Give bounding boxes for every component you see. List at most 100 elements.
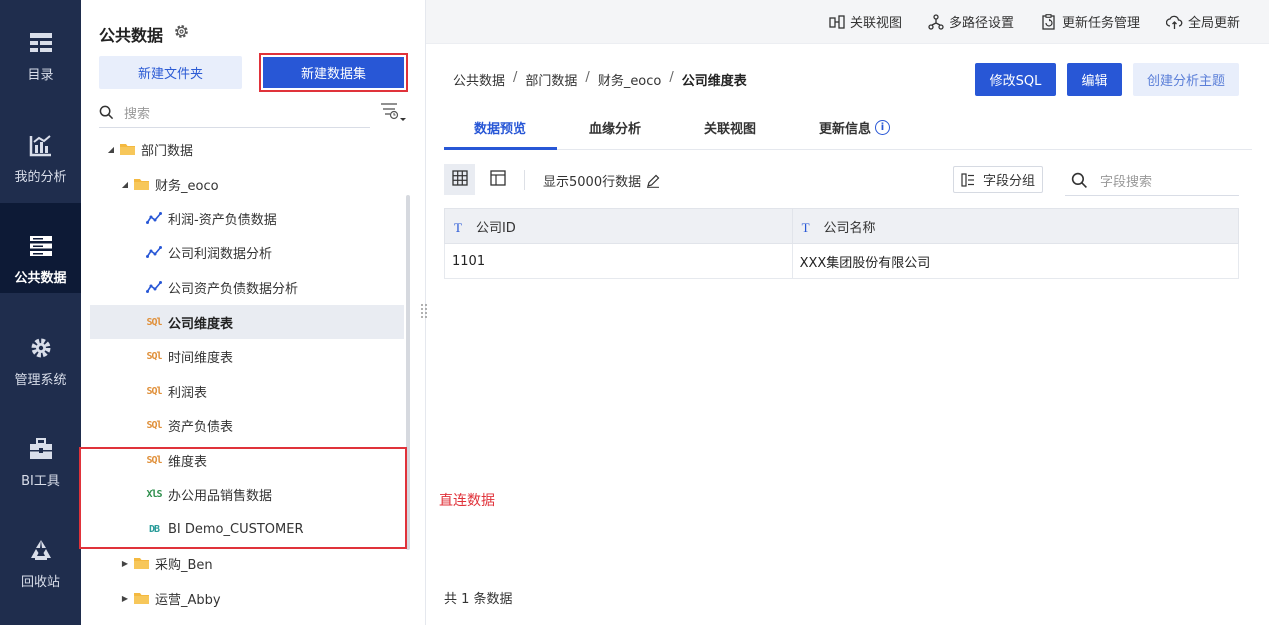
action-label: 关联视图 <box>850 16 903 31</box>
tree-item-label: 公司资产负债数据分析 <box>168 281 299 297</box>
tree-item-label: 采购_Ben <box>155 557 213 573</box>
relation-view-icon <box>829 14 845 30</box>
sql-icon: SQl <box>146 350 162 362</box>
breadcrumb-current: 公司维度表 <box>681 74 747 89</box>
multipath-icon <box>928 13 944 30</box>
analysis-line-icon <box>144 245 164 259</box>
active-tab-underline <box>444 147 557 150</box>
text-type-icon: T <box>801 219 810 235</box>
field-search-placeholder: 字段搜索 <box>1100 175 1153 190</box>
tree-item-sql[interactable]: SQl 资产负债表 <box>90 408 404 442</box>
task-manage-action[interactable]: 更新任务管理 <box>1041 12 1140 31</box>
tab-data-preview[interactable]: 数据预览 <box>474 118 526 137</box>
tree-item-analysis[interactable]: 公司资产负债数据分析 <box>90 270 404 304</box>
tree-search-input[interactable]: 搜索 <box>99 98 370 128</box>
pencil-edit-icon[interactable] <box>646 174 660 188</box>
table-header-row: T 公司ID T 公司名称 <box>444 208 1240 244</box>
tab-bar: 数据预览 血缘分析 关联视图 更新信息 i <box>444 110 1252 150</box>
global-update-action[interactable]: 全局更新 <box>1166 12 1240 31</box>
tab-relation-view[interactable]: 关联视图 <box>704 118 756 137</box>
info-icon: i <box>875 120 891 135</box>
column-label: 公司名称 <box>823 220 876 236</box>
tree-item-label: 公司维度表 <box>168 316 234 332</box>
breadcrumb-item[interactable]: 公共数据 <box>453 70 505 89</box>
column-header[interactable]: T 公司ID <box>444 208 793 244</box>
tree-item-label: 利润-资产负债数据 <box>168 212 277 228</box>
search-icon <box>99 105 114 120</box>
field-group-icon <box>961 172 975 187</box>
tab-label: 更新信息 <box>819 122 872 137</box>
layout-icon <box>489 169 506 190</box>
breadcrumb: 公共数据 / 部门数据 / 财务_eoco / 公司维度表 <box>453 70 747 89</box>
edit-button[interactable]: 编辑 <box>1067 63 1122 96</box>
tab-lineage[interactable]: 血缘分析 <box>589 118 641 137</box>
tree-item-analysis[interactable]: 利润-资产负债数据 <box>90 201 404 235</box>
new-folder-button[interactable]: 新建文件夹 <box>99 56 242 89</box>
tree-item-sql[interactable]: SQl 时间维度表 <box>90 339 404 373</box>
panel-resize-handle[interactable] <box>421 303 427 319</box>
expanded-caret-icon[interactable]: ◢ <box>119 180 131 189</box>
grid-icon <box>451 169 468 190</box>
field-group-button[interactable]: 字段分组 <box>953 166 1043 193</box>
layout-view-button[interactable] <box>482 164 513 195</box>
tree-item-label: 资产负债表 <box>168 419 234 435</box>
direct-connect-annotation: 直连数据 <box>439 493 495 509</box>
new-dataset-highlight: 新建数据集 <box>259 53 408 92</box>
column-header[interactable]: T 公司名称 <box>791 208 1240 244</box>
action-label: 多路径设置 <box>949 16 1015 31</box>
nav-item-catalog[interactable]: 目录 <box>0 0 81 90</box>
tree-item-label: 公司利润数据分析 <box>168 246 273 262</box>
tab-update-info[interactable]: 更新信息 i <box>819 118 891 137</box>
tree-item-analysis[interactable]: 公司利润数据分析 <box>90 235 404 269</box>
text-type-icon: T <box>454 219 462 235</box>
action-label: 更新任务管理 <box>1062 16 1141 31</box>
tree-item-sql-selected[interactable]: SQl 公司维度表 <box>90 305 404 339</box>
tree-folder-procurement[interactable]: ▶ 采购_Ben <box>90 546 404 580</box>
settings-gear-icon[interactable] <box>174 24 189 43</box>
nav-item-admin[interactable]: 管理系统 <box>0 305 81 395</box>
action-label: 全局更新 <box>1188 16 1241 31</box>
data-preview-table: T 公司ID T 公司名称 1101 XXX集团股份有限公司 <box>444 208 1240 279</box>
breadcrumb-separator: / <box>513 70 518 85</box>
tree-folder-finance[interactable]: ◢ 财务_eoco <box>90 167 404 201</box>
new-dataset-button[interactable]: 新建数据集 <box>263 57 404 88</box>
grid-view-button[interactable] <box>444 164 475 195</box>
expanded-caret-icon[interactable]: ◢ <box>105 145 117 154</box>
field-search-input[interactable]: 字段搜索 <box>1065 166 1239 196</box>
nav-label: 公共数据 <box>14 271 67 286</box>
column-label: 公司ID <box>475 220 516 236</box>
left-nav: 目录 我的分析 公共数据 管理系统 BI工具 回收站 <box>0 0 81 625</box>
row-limit-label: 显示5000行数据 <box>543 175 642 190</box>
collapsed-caret-icon[interactable]: ▶ <box>119 594 131 603</box>
collapsed-caret-icon[interactable]: ▶ <box>119 559 131 568</box>
row-limit-setting[interactable]: 显示5000行数据 <box>543 171 660 190</box>
nav-item-bi-tools[interactable]: BI工具 <box>0 406 81 496</box>
create-topic-button[interactable]: 创建分析主题 <box>1133 63 1239 96</box>
modify-sql-button[interactable]: 修改SQL <box>975 63 1056 96</box>
sql-icon: SQl <box>146 385 162 397</box>
nav-item-recycle-bin[interactable]: 回收站 <box>0 507 81 597</box>
analysis-line-icon <box>144 280 164 294</box>
tree-folder-operations[interactable]: ▶ 运营_Abby <box>90 581 404 615</box>
nav-item-my-analysis[interactable]: 我的分析 <box>0 102 81 192</box>
nav-item-public-data[interactable]: 公共数据 <box>0 203 81 293</box>
tree-folder-dept[interactable]: ◢ 部门数据 <box>90 132 404 166</box>
breadcrumb-separator: / <box>585 70 590 85</box>
tree-item-label: 财务_eoco <box>155 178 219 194</box>
nav-label: BI工具 <box>21 474 60 489</box>
search-placeholder: 搜索 <box>124 107 151 122</box>
tree-item-label: 时间维度表 <box>168 350 234 366</box>
record-count: 共 1 条数据 <box>444 592 513 607</box>
multipath-action[interactable]: 多路径设置 <box>928 12 1014 31</box>
public-data-icon <box>28 233 54 259</box>
breadcrumb-item[interactable]: 部门数据 <box>525 70 577 89</box>
sort-filter-icon[interactable] <box>379 101 409 127</box>
folder-icon <box>131 556 151 570</box>
tree-item-sql[interactable]: SQl 利润表 <box>90 374 404 408</box>
sql-icon: SQl <box>146 419 162 431</box>
nav-label: 管理系统 <box>14 373 67 388</box>
relation-view-action[interactable]: 关联视图 <box>829 12 902 31</box>
folder-icon <box>117 142 137 156</box>
breadcrumb-item[interactable]: 财务_eoco <box>598 70 662 89</box>
folder-icon <box>131 177 151 191</box>
